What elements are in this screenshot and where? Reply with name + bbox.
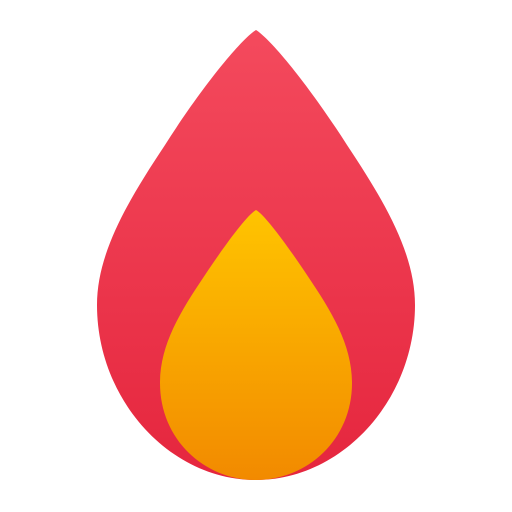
flame-icon: [97, 30, 415, 480]
icon-canvas: [0, 0, 512, 512]
